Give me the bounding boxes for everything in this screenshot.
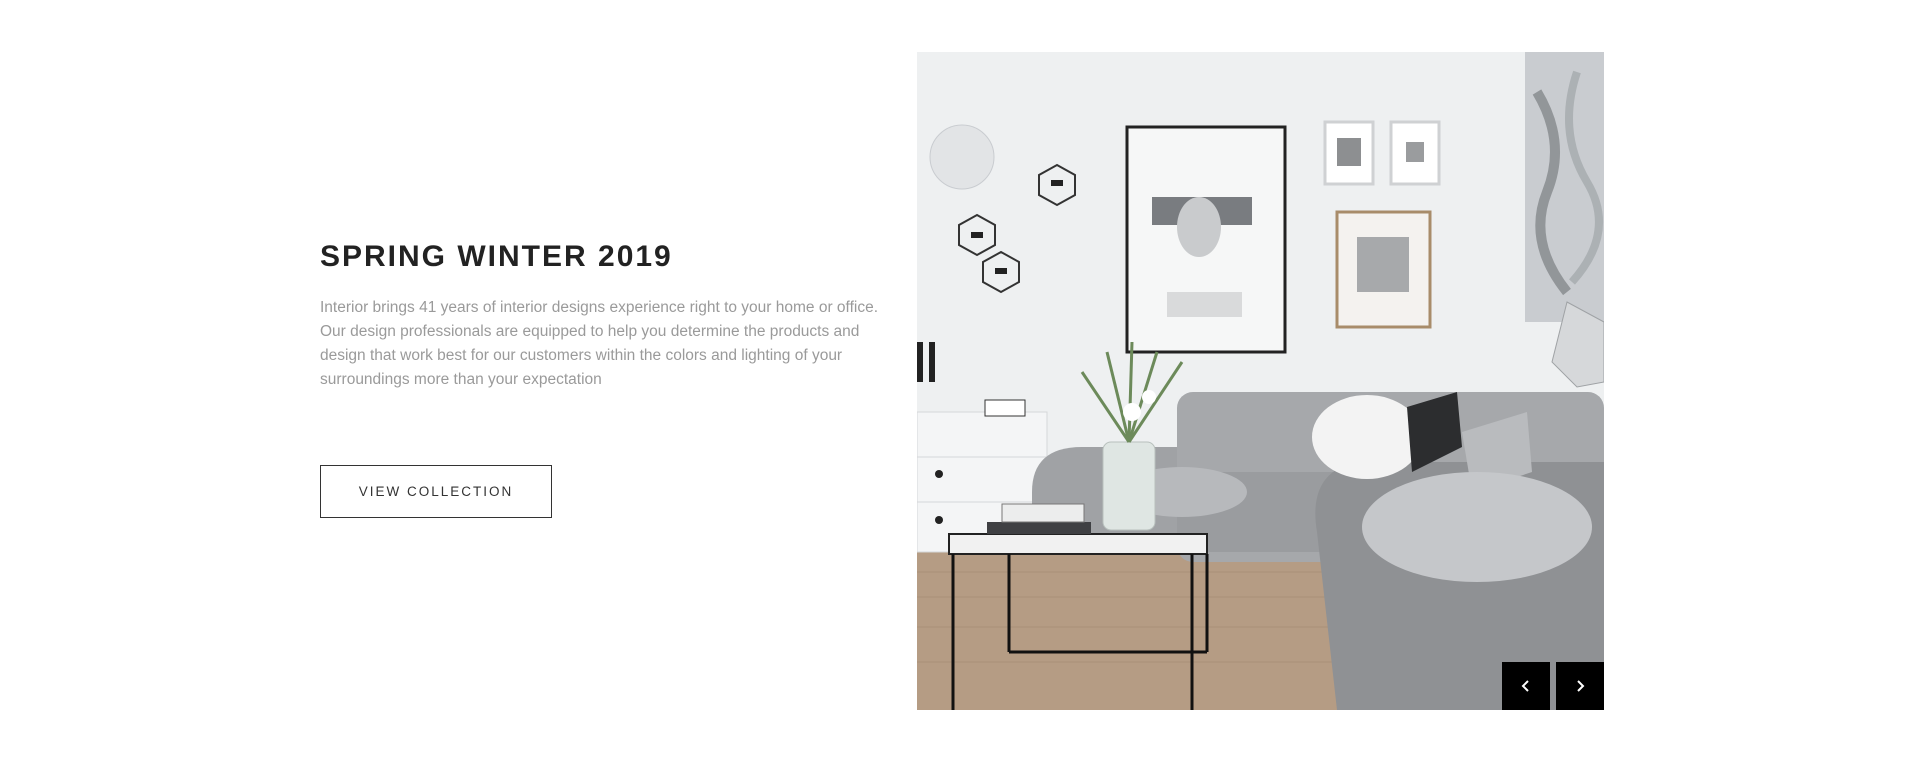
chevron-right-icon bbox=[1577, 680, 1585, 692]
hero-description: Interior brings 41 years of interior des… bbox=[320, 299, 878, 388]
view-collection-button[interactable]: VIEW COLLECTION bbox=[320, 465, 552, 518]
slider-next-button[interactable] bbox=[1556, 662, 1604, 710]
hero-image bbox=[917, 52, 1604, 710]
hero-text-block: SPRING WINTER 2019 Interior brings 41 ye… bbox=[320, 240, 890, 392]
slider-prev-button[interactable] bbox=[1502, 662, 1550, 710]
chevron-left-icon bbox=[1521, 680, 1529, 692]
hero-title: SPRING WINTER 2019 bbox=[320, 240, 673, 273]
